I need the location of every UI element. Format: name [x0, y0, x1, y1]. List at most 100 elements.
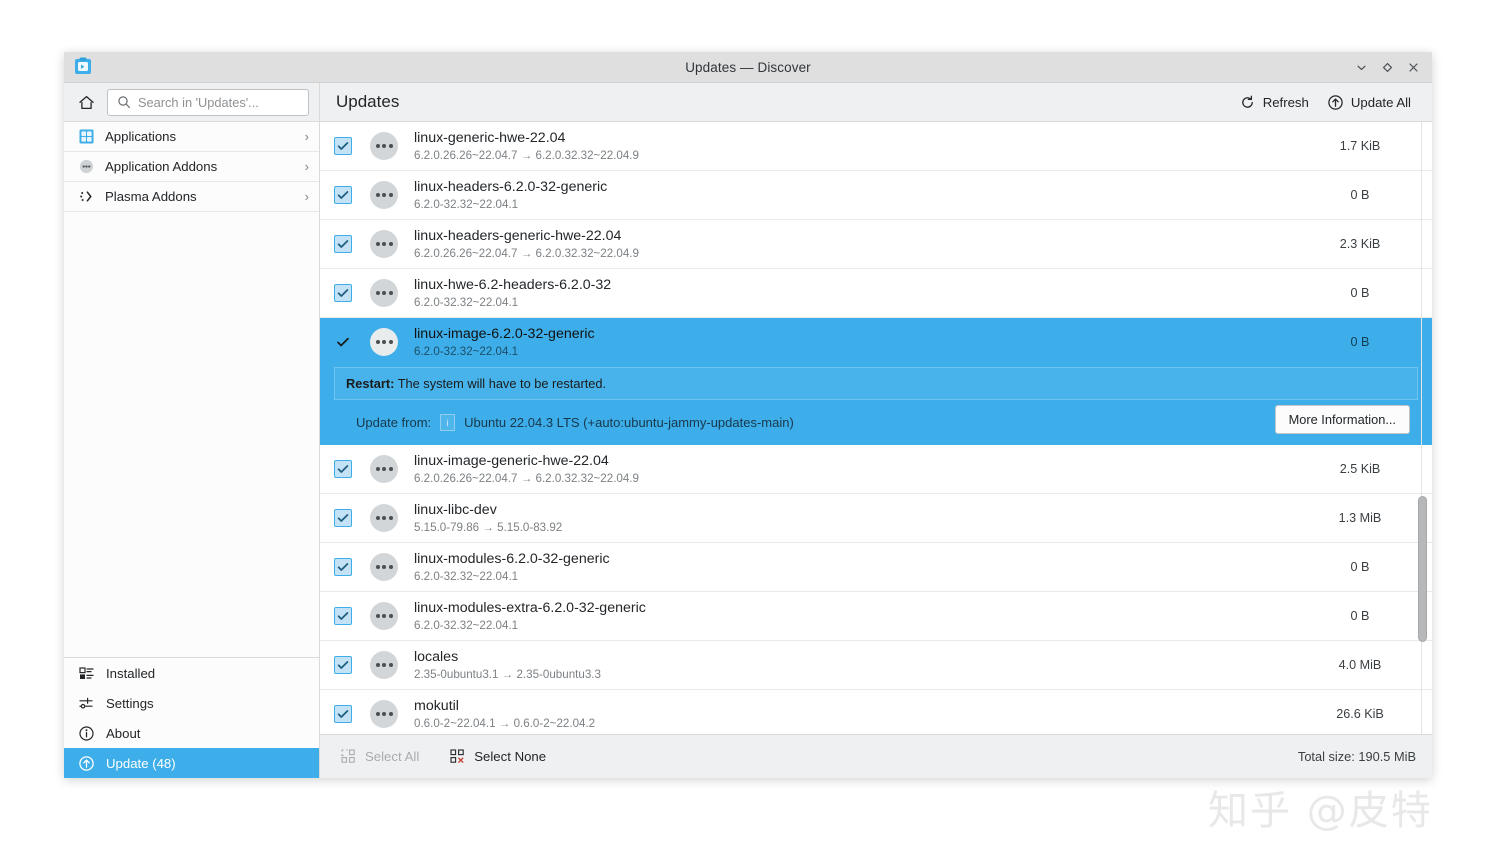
package-texts: linux-headers-6.2.0-32-generic 6.2.0-32.3… — [414, 177, 1300, 214]
update-arrow-icon — [1328, 94, 1343, 110]
package-row[interactable]: linux-headers-6.2.0-32-generic 6.2.0-32.3… — [320, 171, 1432, 220]
package-row[interactable]: linux-image-6.2.0-32-generic 6.2.0-32.32~… — [320, 318, 1432, 367]
package-version: 6.2.0-32.32~22.04.1 — [414, 569, 519, 583]
sidebar-item-label: Settings — [106, 695, 154, 711]
sidebar: Search in 'Updates'... Applications › Ap… — [64, 83, 320, 778]
scrollbar-thumb[interactable] — [1418, 496, 1427, 642]
select-all-button[interactable]: Select All — [334, 744, 425, 769]
package-checkbox[interactable] — [334, 137, 352, 155]
select-none-button[interactable]: Select None — [443, 744, 552, 769]
package-checkbox[interactable] — [334, 235, 352, 253]
main-panel: Updates Refresh Update All linux-generic… — [320, 83, 1432, 778]
package-menu-icon[interactable] — [370, 700, 398, 728]
sidebar-item-application-addons[interactable]: Application Addons › — [64, 152, 319, 182]
package-row[interactable]: linux-modules-6.2.0-32-generic 6.2.0-32.3… — [320, 543, 1432, 592]
window-body: Search in 'Updates'... Applications › Ap… — [64, 83, 1432, 778]
package-checkbox[interactable] — [334, 656, 352, 674]
package-version: 6.2.0-32.32~22.04.1 — [414, 197, 519, 211]
package-size: 0 B — [1350, 560, 1370, 574]
package-menu-icon[interactable] — [370, 455, 398, 483]
package-name: locales — [414, 648, 459, 665]
package-size: 26.6 KiB — [1336, 707, 1384, 721]
package-checkbox[interactable] — [334, 558, 352, 576]
package-version: 6.2.0-32.32~22.04.1 — [414, 295, 519, 309]
sidebar-item-settings[interactable]: Settings — [64, 688, 319, 718]
package-name: linux-headers-6.2.0-32-generic — [414, 178, 608, 195]
package-row[interactable]: locales 2.35-0ubuntu3.1 → 2.35-0ubuntu3.3… — [320, 641, 1432, 690]
sidebar-item-update[interactable]: Update (48) — [64, 748, 319, 778]
watermark: 知乎 @皮特 — [1208, 788, 1433, 834]
package-menu-icon[interactable] — [370, 651, 398, 679]
package-checkbox[interactable] — [334, 333, 352, 351]
package-checkbox[interactable] — [334, 186, 352, 204]
about-info-icon — [77, 724, 95, 742]
addons-dots-icon — [77, 158, 95, 176]
window-controls — [1348, 52, 1426, 83]
package-row[interactable]: linux-headers-generic-hwe-22.04 6.2.0.26.… — [320, 220, 1432, 269]
scrollbar-track — [1421, 122, 1422, 734]
package-menu-icon[interactable] — [370, 181, 398, 209]
sidebar-category-list: Applications › Application Addons › Plas… — [64, 122, 319, 212]
package-size: 0 B — [1350, 609, 1370, 623]
refresh-button[interactable]: Refresh — [1230, 90, 1318, 115]
package-row[interactable]: linux-image-generic-hwe-22.04 6.2.0.26.26… — [320, 445, 1432, 494]
select-none-label: Select None — [474, 749, 547, 764]
applications-grid-icon — [77, 128, 95, 146]
package-name: linux-generic-hwe-22.04 — [414, 129, 566, 146]
package-row[interactable]: linux-hwe-6.2-headers-6.2.0-32 6.2.0-32.3… — [320, 269, 1432, 318]
package-size: 1.3 MiB — [1338, 511, 1382, 525]
chevron-right-icon: › — [304, 129, 309, 144]
screen: Updates — Discover Search in 'Updates'..… — [0, 0, 1496, 854]
sidebar-item-plasma-addons[interactable]: Plasma Addons › — [64, 182, 319, 212]
package-menu-icon[interactable] — [370, 602, 398, 630]
sidebar-item-about[interactable]: About — [64, 718, 319, 748]
sidebar-item-applications[interactable]: Applications › — [64, 122, 319, 152]
package-row[interactable]: linux-generic-hwe-22.04 6.2.0.26.26~22.04… — [320, 122, 1432, 171]
package-texts: linux-headers-generic-hwe-22.04 6.2.0.26.… — [414, 226, 1300, 263]
package-menu-icon[interactable] — [370, 328, 398, 356]
sidebar-item-installed[interactable]: Installed — [64, 658, 319, 688]
package-row[interactable]: mokutil 0.6.0-2~22.04.1 → 0.6.0-2~22.04.2… — [320, 690, 1432, 734]
package-menu-icon[interactable] — [370, 279, 398, 307]
package-name: linux-modules-6.2.0-32-generic — [414, 550, 610, 567]
package-menu-icon[interactable] — [370, 504, 398, 532]
package-checkbox[interactable] — [334, 284, 352, 302]
package-texts: linux-image-generic-hwe-22.04 6.2.0.26.26… — [414, 451, 1300, 488]
package-menu-icon[interactable] — [370, 132, 398, 160]
vertical-scrollbar[interactable] — [1418, 122, 1427, 734]
package-size: 1.7 KiB — [1339, 139, 1381, 153]
installed-list-icon — [77, 664, 95, 682]
search-input[interactable]: Search in 'Updates'... — [107, 88, 309, 116]
update-all-button[interactable]: Update All — [1318, 90, 1420, 115]
package-size: 2.3 KiB — [1339, 237, 1381, 251]
package-row[interactable]: linux-modules-extra-6.2.0-32-generic 6.2.… — [320, 592, 1432, 641]
sidebar-item-label: Applications — [105, 129, 177, 144]
restart-notice: Restart: The system will have to be rest… — [334, 367, 1418, 400]
maximize-button[interactable] — [1374, 55, 1400, 81]
package-texts: mokutil 0.6.0-2~22.04.1 → 0.6.0-2~22.04.2 — [414, 696, 1300, 733]
package-checkbox[interactable] — [334, 509, 352, 527]
origin-row: Update from: i Ubuntu 22.04.3 LTS (+auto:u… — [334, 400, 1418, 434]
discover-window: Updates — Discover Search in 'Updates'..… — [64, 52, 1432, 778]
package-checkbox[interactable] — [334, 607, 352, 625]
package-version: 0.6.0-2~22.04.1 → 0.6.0-2~22.04.2 — [414, 716, 596, 730]
chevron-right-icon: › — [304, 189, 309, 204]
select-none-icon — [450, 749, 465, 763]
package-version: 6.2.0-32.32~22.04.1 — [414, 618, 519, 632]
home-icon[interactable] — [73, 89, 99, 115]
package-checkbox[interactable] — [334, 460, 352, 478]
close-button[interactable] — [1400, 55, 1426, 81]
refresh-icon — [1241, 95, 1253, 108]
package-texts: linux-libc-dev 5.15.0-79.86 → 5.15.0-83.9… — [414, 500, 1300, 537]
package-menu-icon[interactable] — [370, 553, 398, 581]
package-size: 4.0 MiB — [1338, 658, 1382, 672]
discover-icon — [72, 55, 94, 77]
more-information-button[interactable]: More Information... — [1274, 405, 1410, 434]
minimize-button[interactable] — [1348, 55, 1374, 81]
package-name: linux-libc-dev — [414, 501, 497, 518]
package-menu-icon[interactable] — [370, 230, 398, 258]
origin-label: Update from: — [356, 415, 432, 430]
update-all-label: Update All — [1350, 94, 1411, 110]
package-row[interactable]: linux-libc-dev 5.15.0-79.86 → 5.15.0-83.9… — [320, 494, 1432, 543]
package-checkbox[interactable] — [334, 705, 352, 723]
